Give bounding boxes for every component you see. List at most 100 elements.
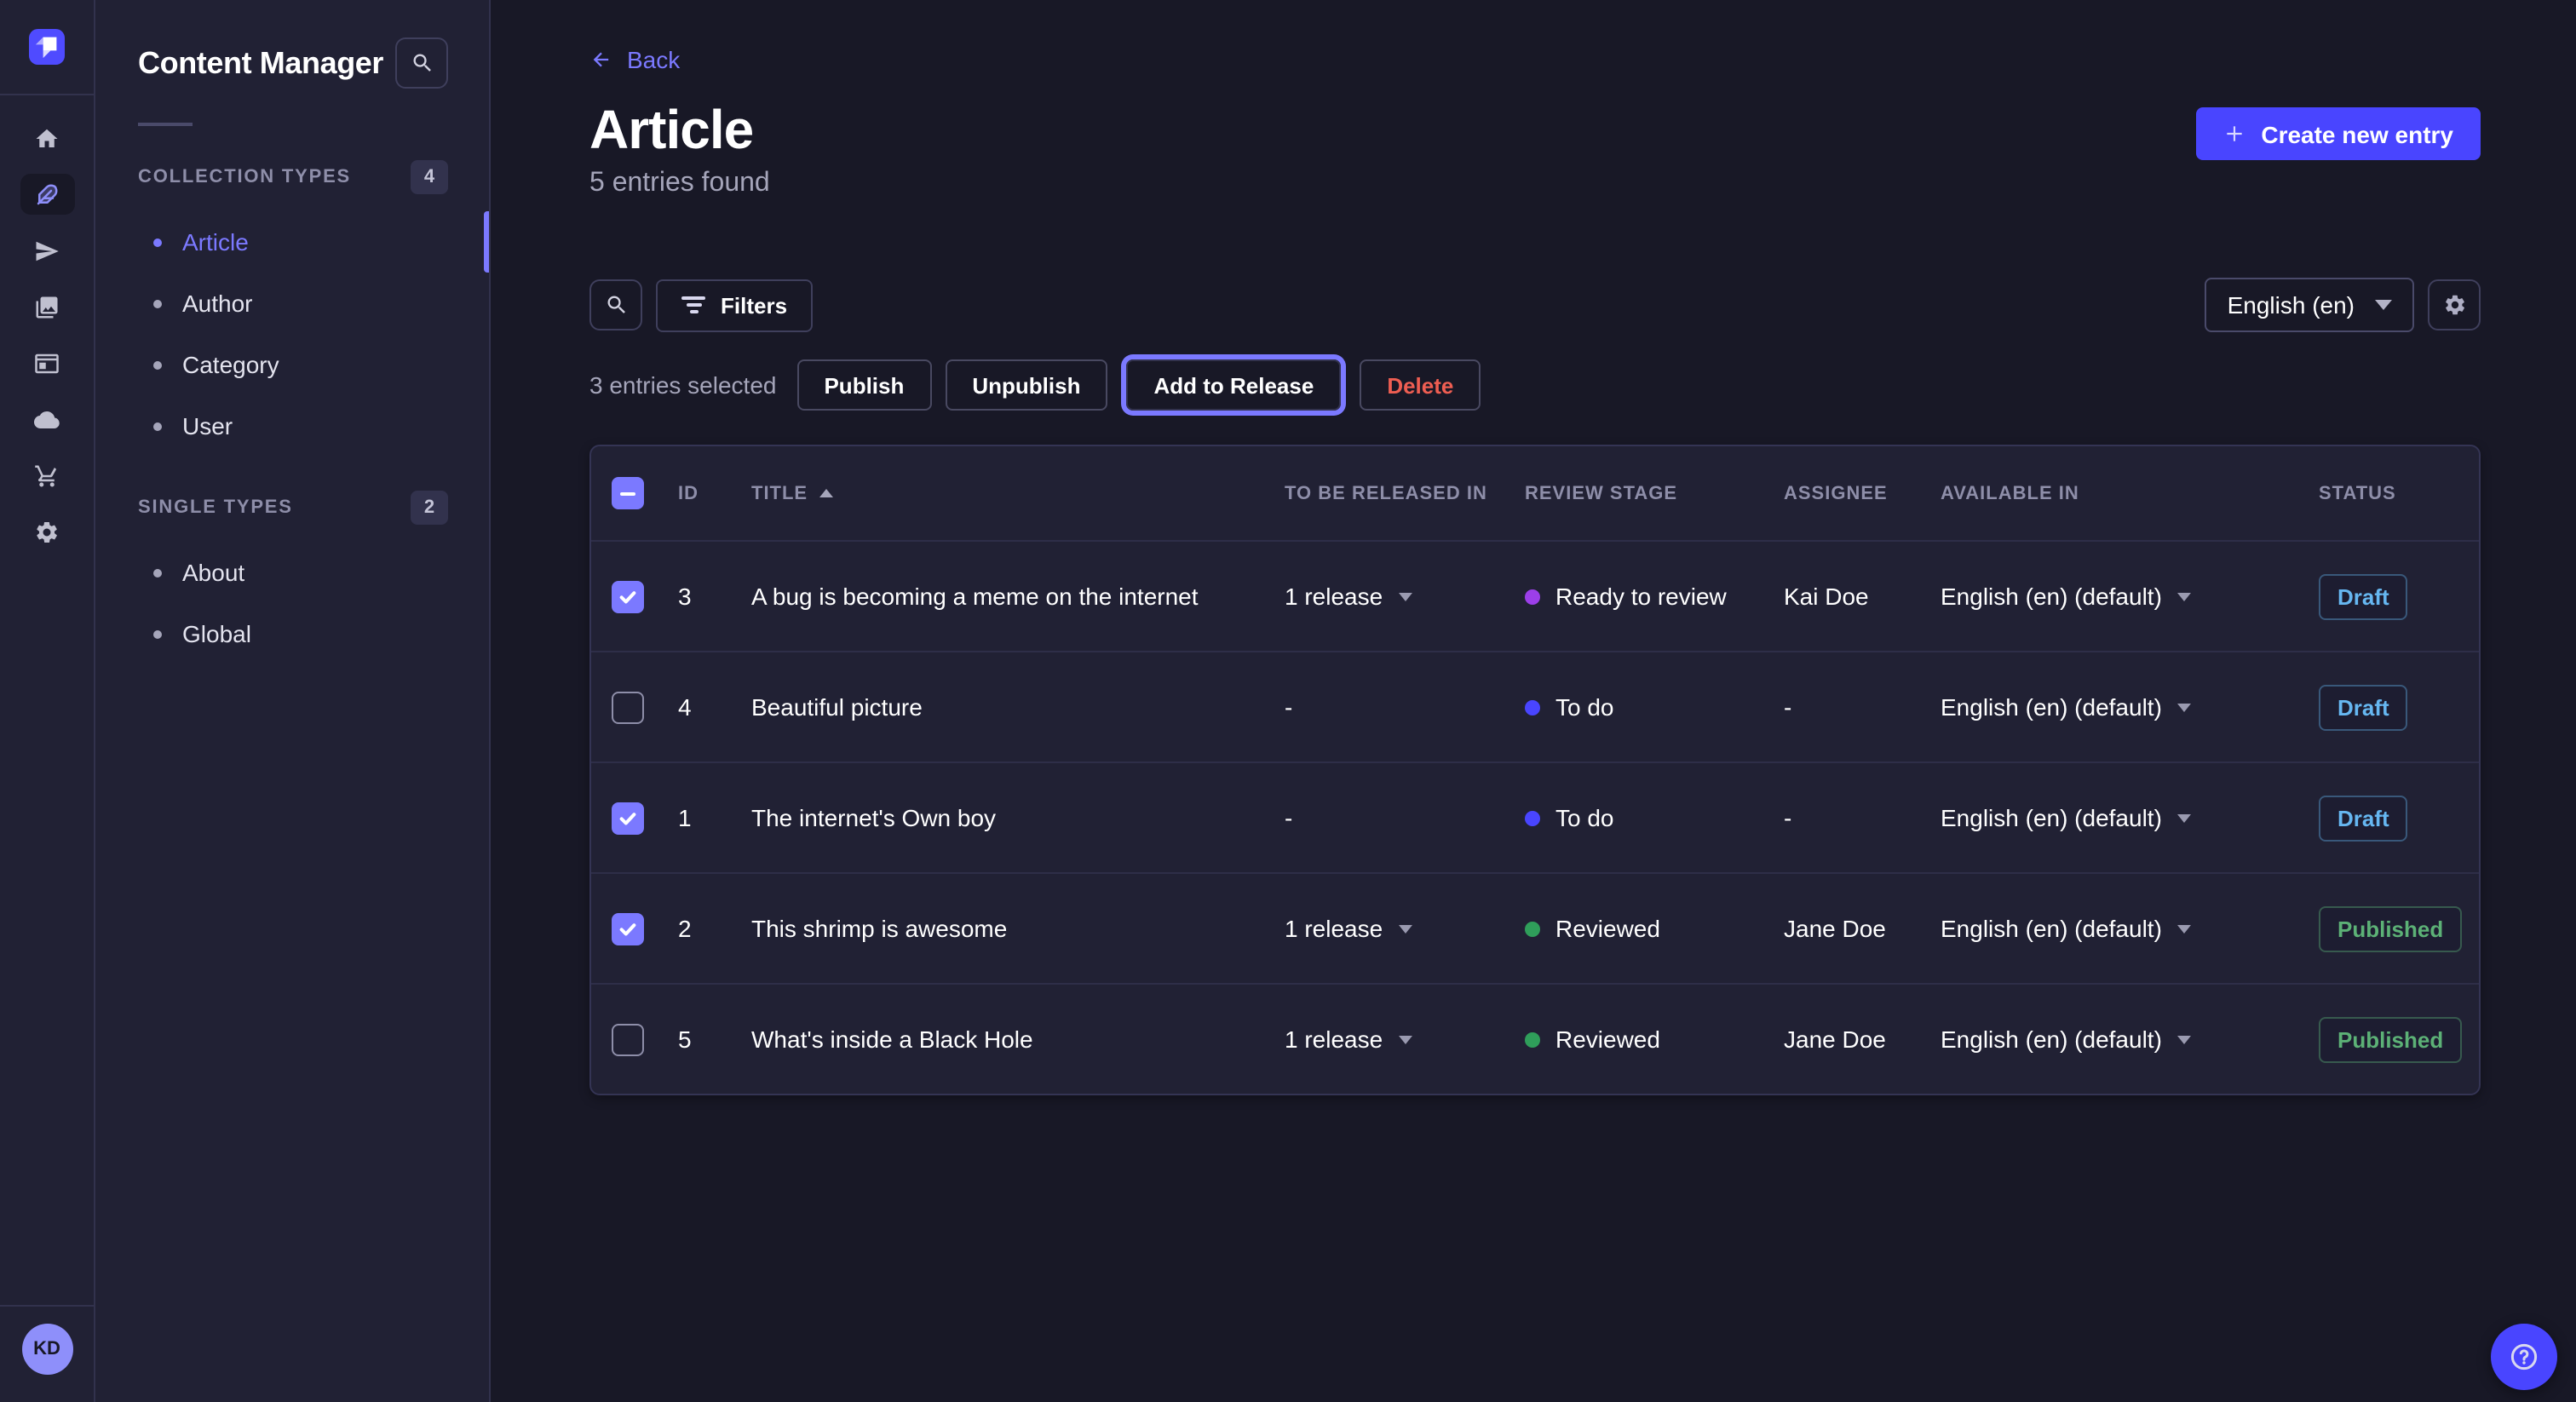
cloud-icon — [34, 406, 60, 432]
cell-to-be-released-in[interactable]: 1 release — [1285, 1026, 1525, 1053]
home-icon — [34, 125, 60, 151]
cell-title: Beautiful picture — [751, 693, 1285, 721]
nav-send-button[interactable] — [20, 230, 74, 271]
column-header-available-in[interactable]: AVAILABLE IN — [1941, 483, 2319, 503]
table-row: 2This shrimp is awesome1 releaseReviewed… — [591, 872, 2479, 983]
select-all-checkbox[interactable] — [612, 477, 644, 509]
unpublish-button[interactable]: Unpublish — [945, 359, 1107, 411]
status-badge: Draft — [2319, 795, 2408, 841]
cell-available-in[interactable]: English (en) (default) — [1941, 804, 2319, 831]
column-header-id[interactable]: ID — [678, 483, 751, 503]
cell-available-in[interactable]: English (en) (default) — [1941, 1026, 2319, 1053]
media-icon — [34, 294, 60, 319]
sidebar-item-global[interactable]: Global — [138, 603, 448, 664]
filters-button[interactable]: Filters — [656, 279, 813, 331]
stage-dot-icon — [1525, 921, 1540, 936]
row-checkbox[interactable] — [612, 691, 644, 723]
row-checkbox-cell — [612, 691, 678, 723]
sidebar-section-header: COLLECTION TYPES4 — [138, 160, 448, 194]
gear-icon — [2442, 293, 2466, 317]
help-button[interactable] — [2491, 1324, 2557, 1390]
settings-button[interactable] — [2428, 279, 2481, 330]
nav-gear-button[interactable] — [20, 511, 74, 552]
cell-title: This shrimp is awesome — [751, 915, 1285, 942]
cell-available-in[interactable]: English (en) (default) — [1941, 583, 2319, 610]
delete-button[interactable]: Delete — [1360, 359, 1481, 411]
sidebar-item-user[interactable]: User — [138, 395, 448, 457]
bullet-icon — [153, 422, 162, 430]
search-icon — [604, 293, 628, 317]
sidebar-item-label: User — [182, 412, 233, 440]
sidebar-item-author[interactable]: Author — [138, 273, 448, 334]
selection-count: 3 entries selected — [589, 371, 776, 399]
row-checkbox[interactable] — [612, 802, 644, 834]
sidebar-item-about[interactable]: About — [138, 542, 448, 603]
stage-dot-icon — [1525, 699, 1540, 715]
table-row: 4Beautiful picture-To do-English (en) (d… — [591, 651, 2479, 761]
chevron-down-icon — [2375, 300, 2392, 310]
column-header-title[interactable]: TITLE — [751, 483, 1285, 503]
nav-cloud-button[interactable] — [20, 399, 74, 440]
nav-feather-button[interactable] — [20, 174, 74, 215]
sidebar-item-label: Category — [182, 351, 279, 378]
cell-available-in[interactable]: English (en) (default) — [1941, 915, 2319, 942]
nav-layout-button[interactable] — [20, 342, 74, 383]
cell-available-in[interactable]: English (en) (default) — [1941, 693, 2319, 721]
row-checkbox-cell — [612, 912, 678, 945]
nav-cart-button[interactable] — [20, 455, 74, 496]
app-root: KD Content Manager COLLECTION TYPES4Arti… — [0, 0, 2576, 1402]
create-new-entry-button[interactable]: Create new entry — [2196, 107, 2481, 160]
column-header-assignee[interactable]: ASSIGNEE — [1784, 483, 1941, 503]
cell-review-stage: To do — [1525, 693, 1784, 721]
chevron-down-icon — [2177, 593, 2191, 601]
cell-id: 5 — [678, 1026, 751, 1053]
column-header-to-be-released-in[interactable]: TO BE RELEASED IN — [1285, 483, 1525, 503]
chevron-down-icon — [1398, 925, 1412, 934]
cell-status: Draft — [2319, 795, 2479, 841]
add-to-release-button[interactable]: Add to Release — [1126, 359, 1341, 411]
stage-dot-icon — [1525, 810, 1540, 825]
row-checkbox[interactable] — [612, 912, 644, 945]
chevron-down-icon — [1398, 1036, 1412, 1044]
gear-icon — [34, 519, 60, 544]
section-label: SINGLE TYPES — [138, 497, 293, 518]
sidebar-item-article[interactable]: Article — [138, 211, 448, 273]
row-checkbox-cell — [612, 580, 678, 612]
column-header-review-stage[interactable]: REVIEW STAGE — [1525, 483, 1784, 503]
cell-review-stage: Ready to review — [1525, 583, 1784, 610]
sidebar-item-category[interactable]: Category — [138, 334, 448, 395]
column-header-status[interactable]: STATUS — [2319, 483, 2479, 503]
main-nav-rail: KD — [0, 0, 95, 1402]
nav-home-button[interactable] — [20, 118, 74, 158]
sidebar-section-header: SINGLE TYPES 2 — [138, 491, 448, 525]
row-checkbox[interactable] — [612, 580, 644, 612]
entries-count: 5 entries found — [589, 169, 770, 199]
cell-to-be-released-in: - — [1285, 804, 1525, 831]
strapi-logo-icon — [29, 29, 65, 65]
chevron-down-icon — [1398, 593, 1412, 601]
sidebar-search-button[interactable] — [395, 37, 448, 89]
cell-title: The internet's Own boy — [751, 804, 1285, 831]
cell-id: 2 — [678, 915, 751, 942]
cell-review-stage: Reviewed — [1525, 915, 1784, 942]
table-row: 1The internet's Own boy-To do-English (e… — [591, 761, 2479, 872]
filter-icon — [681, 296, 705, 313]
back-link[interactable]: Back — [589, 46, 680, 73]
publish-button[interactable]: Publish — [796, 359, 931, 411]
row-checkbox[interactable] — [612, 1023, 644, 1055]
search-button[interactable] — [589, 279, 642, 330]
row-checkbox-cell — [612, 802, 678, 834]
layout-icon — [34, 350, 60, 376]
sidebar-item-label: Global — [182, 620, 251, 647]
nav-media-button[interactable] — [20, 286, 74, 327]
locale-select[interactable]: English (en) — [2205, 278, 2414, 332]
plus-icon — [2223, 123, 2245, 145]
user-avatar[interactable]: KD — [21, 1324, 72, 1375]
entries-table: IDTITLETO BE RELEASED INREVIEW STAGEASSI… — [589, 445, 2481, 1095]
strapi-logo[interactable] — [0, 0, 94, 95]
cell-assignee: Kai Doe — [1784, 583, 1941, 610]
cell-to-be-released-in[interactable]: 1 release — [1285, 583, 1525, 610]
section-count-badge: 2 — [411, 491, 448, 525]
chevron-down-icon — [2177, 1036, 2191, 1044]
cell-to-be-released-in[interactable]: 1 release — [1285, 915, 1525, 942]
